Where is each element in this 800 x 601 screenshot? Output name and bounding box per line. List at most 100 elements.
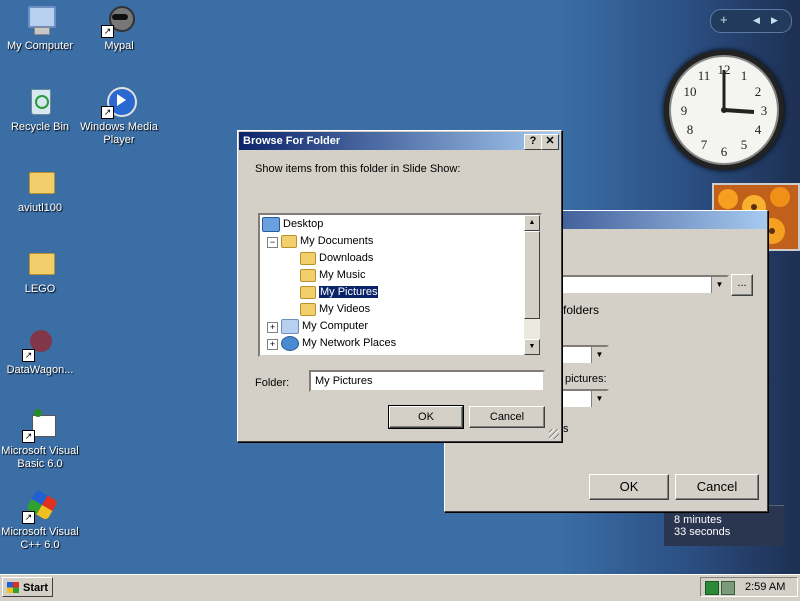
svg-text:4: 4 [755,122,762,137]
transition-combo[interactable]: ▼ [561,389,609,409]
chevron-down-icon[interactable]: ▼ [711,277,727,293]
tree-item-my-computer[interactable]: My Computer [281,318,368,335]
collapse-toggle-icon[interactable]: − [267,237,278,248]
desktop-icon-windows-media-player[interactable]: ↗ Windows Media Player [79,85,159,147]
desktop-icon-label: aviutl100 [17,202,63,214]
network-tray-icon[interactable] [705,581,719,595]
volume-tray-icon[interactable] [721,581,735,595]
desktop-icon-label: Microsoft Visual C++ 6.0 [1,526,79,551]
tree-item-my-documents[interactable]: My Documents [281,233,373,250]
settings-cancel-button[interactable]: Cancel [675,474,759,500]
shortcut-arrow-icon: ↗ [22,511,35,524]
desktop-icon-label: Microsoft Visual Basic 6.0 [1,445,79,470]
desktop-icon-label: Recycle Bin [10,121,70,133]
my-computer-icon [24,4,56,36]
svg-text:9: 9 [681,103,688,118]
taskbar: Start 2:59 AM [0,574,800,601]
start-label: Start [23,582,49,594]
clock-gadget[interactable]: 12 1 2 3 4 5 6 7 8 9 10 11 [664,50,784,170]
visual-cpp-icon: ↗ [22,489,58,524]
svg-text:3: 3 [761,103,768,118]
desktop-icon-my-computer[interactable]: My Computer [0,4,80,53]
desktop-icon-label: LEGO [24,283,56,295]
desktop-icon-aviutl100[interactable]: aviutl100 [0,166,80,215]
folder-label: Folder: [255,377,290,389]
desktop-icon-label: My Computer [6,40,74,52]
mypal-icon: ↗ [101,4,135,38]
tree-item-desktop[interactable]: Desktop [262,216,323,233]
browse-dialog-titlebar: Browse For Folder ? ✕ [239,132,560,150]
add-gadget-icon[interactable]: + [720,12,728,27]
timer-seconds: 33 seconds [674,526,731,538]
desktop-icon-datawagon[interactable]: ↗ DataWagon... [0,328,80,377]
folder-path-combo[interactable]: ▼ [561,275,729,295]
resize-grip-icon[interactable] [549,429,559,439]
desktop-icon-visual-basic[interactable]: ↗ Microsoft Visual Basic 6.0 [0,409,80,471]
shortcut-arrow-icon: ↗ [101,106,114,119]
start-button[interactable]: Start [2,577,53,597]
svg-text:11: 11 [698,68,711,83]
tray-clock[interactable]: 2:59 AM [745,581,785,593]
sidebar-controls: + ◀ ▶ [710,9,792,33]
computer-icon [281,318,299,334]
folder-input[interactable]: My Pictures [309,370,545,392]
folder-icon [300,251,316,265]
previous-page-icon[interactable]: ◀ [753,15,760,26]
desktop-icon-visual-cpp[interactable]: ↗ Microsoft Visual C++ 6.0 [0,489,80,552]
tree-item-downloads[interactable]: Downloads [300,250,373,267]
shortcut-arrow-icon: ↗ [22,349,35,362]
chevron-down-icon[interactable]: ▼ [591,391,607,407]
scroll-up-icon[interactable]: ▲ [524,215,540,231]
browse-folder-button[interactable]: ... [731,274,753,296]
cancel-button[interactable]: Cancel [469,406,545,428]
svg-text:1: 1 [741,68,748,83]
timer-minutes: 8 minutes [674,514,722,526]
recycle-bin-icon [24,85,56,117]
tree-item-label: My Computer [302,320,369,332]
ok-button[interactable]: OK [388,405,464,429]
desktop-icon-recycle-bin[interactable]: Recycle Bin [0,85,80,134]
settings-ok-button[interactable]: OK [589,474,669,500]
svg-text:8: 8 [687,122,694,137]
media-player-icon: ↗ [101,85,137,119]
folder-tree[interactable]: Desktop − My Documents Downloads My Musi… [258,213,542,357]
scroll-thumb[interactable] [524,231,540,319]
desktop-icon [262,216,280,232]
visual-basic-icon: ↗ [22,409,56,443]
tree-item-label: Downloads [319,252,374,264]
music-folder-icon [300,268,316,282]
tree-item-label: Desktop [283,218,324,230]
desktop-icon-mypal[interactable]: ↗ Mypal [79,4,159,53]
windows-logo-icon [7,582,19,593]
shortcut-arrow-icon: ↗ [22,430,35,443]
folder-icon [24,166,56,198]
tree-item-label: My Videos [319,303,371,315]
tree-item-my-music[interactable]: My Music [300,267,365,284]
close-button[interactable]: ✕ [541,134,559,150]
dialog-title: Browse For Folder [243,135,341,147]
folder-icon [281,234,297,248]
tree-item-my-network-places[interactable]: My Network Places [281,335,396,352]
svg-text:10: 10 [684,84,697,99]
svg-text:6: 6 [721,144,728,159]
tree-item-my-videos[interactable]: My Videos [300,301,370,318]
expand-toggle-icon[interactable]: + [267,339,278,350]
next-page-icon[interactable]: ▶ [771,15,778,26]
datawagon-icon: ↗ [22,328,56,362]
chevron-down-icon[interactable]: ▼ [591,347,607,363]
tree-scrollbar[interactable]: ▲ ▼ [524,215,540,355]
videos-folder-icon [300,302,316,316]
show-picture-interval-combo[interactable]: ▼ [561,345,609,365]
tree-item-label-selected: My Pictures [317,285,380,299]
scroll-down-icon[interactable]: ▼ [524,339,540,355]
shortcut-arrow-icon: ↗ [101,25,114,38]
expand-toggle-icon[interactable]: + [267,322,278,333]
tree-item-my-pictures[interactable]: My Pictures [300,284,380,301]
desktop-icon-label: Mypal [104,40,134,52]
instruction-text: Show items from this folder in Slide Sho… [255,163,461,175]
svg-text:7: 7 [701,137,708,152]
help-button[interactable]: ? [524,134,542,150]
pictures-folder-icon [300,285,316,299]
folder-icon [24,247,56,279]
desktop-icon-lego[interactable]: LEGO [0,247,80,296]
